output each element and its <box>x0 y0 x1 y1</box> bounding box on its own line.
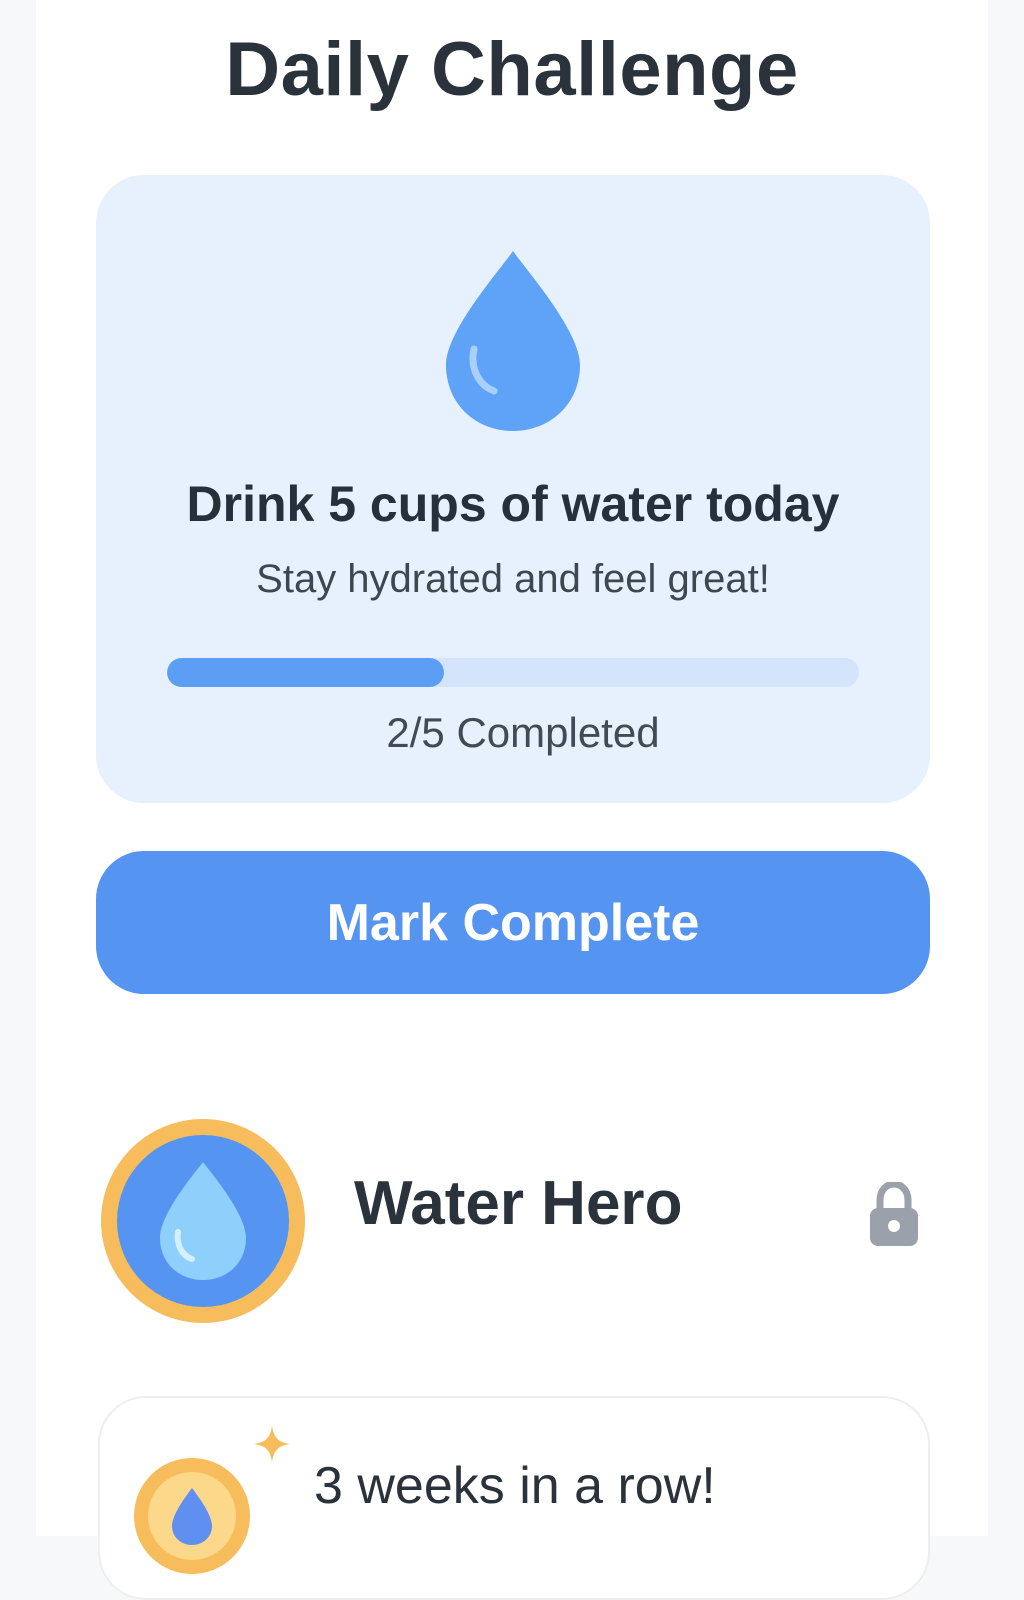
challenge-card: Drink 5 cups of water today Stay hydrate… <box>96 175 930 803</box>
progress-bar-fill <box>167 658 444 687</box>
progress-bar <box>167 658 859 687</box>
progress-label: 2/5 Completed <box>386 709 660 756</box>
water-drop-icon <box>446 251 580 431</box>
screen: Daily Challenge Drink 5 cups of water to… <box>36 0 988 1600</box>
streak-text: 3 weeks in a row! <box>314 1457 716 1515</box>
lock-icon <box>870 1182 918 1246</box>
streak-card: 3 weeks in a row! <box>98 1396 930 1600</box>
water-badge-icon <box>101 1119 305 1323</box>
sparkle-icon <box>254 1426 290 1462</box>
badge-name: Water Hero <box>354 1169 683 1238</box>
challenge-title: Drink 5 cups of water today <box>186 476 840 532</box>
streak-medal-icon <box>134 1426 290 1574</box>
page-title: Daily Challenge <box>225 27 799 112</box>
challenge-subtitle: Stay hydrated and feel great! <box>256 557 770 601</box>
badge-row[interactable]: Water Hero <box>96 1118 930 1328</box>
mark-complete-button[interactable]: Mark Complete <box>96 851 930 994</box>
